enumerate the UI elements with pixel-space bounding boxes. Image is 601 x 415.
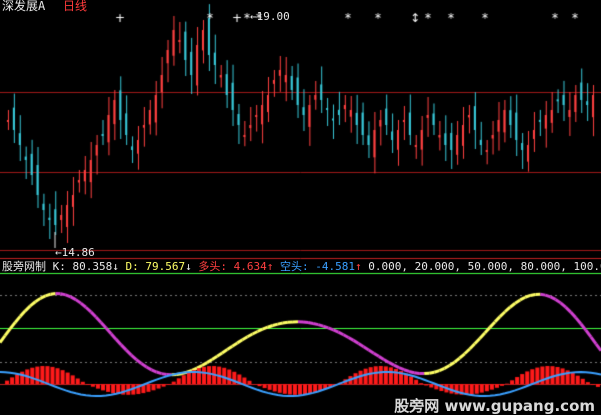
bear-label: 空头: [280,260,309,273]
stock-title: 深发展A [2,0,46,13]
bull-label: 多头: [198,260,227,273]
k-down-arrow-icon: ↓ [112,260,119,273]
k-value: 80.358 [72,260,113,273]
d-down-arrow-icon: ↓ [185,260,192,273]
bear-value: -4.581 [315,260,355,273]
watermark: 股旁网 www.gupang.com [394,397,595,415]
high-price-value: 19.00 [256,10,290,23]
bear-up-arrow-icon: ↑ [355,260,362,273]
low-price-label: ←14.86 [55,246,95,259]
k-label: K: [52,260,66,273]
high-price-label: ←19.00 [250,10,290,23]
d-label: D: [125,260,139,273]
bull-value: 4.634 [233,260,267,273]
indicator-levels: 0.000, 20.000, 50.000, 80.000, 100.000 [368,260,601,273]
price-and-indicator-chart[interactable] [0,0,601,415]
indicator-bar: 股旁网制 K: 80.358↓ D: 79.567↓ 多头: 4.634↑ 空头… [2,260,601,273]
d-value: 79.567 [145,260,186,273]
bull-up-arrow-icon: ↑ [266,260,274,273]
indicator-name[interactable]: 股旁网制 [2,260,46,273]
period-label[interactable]: 日线 [63,0,87,13]
